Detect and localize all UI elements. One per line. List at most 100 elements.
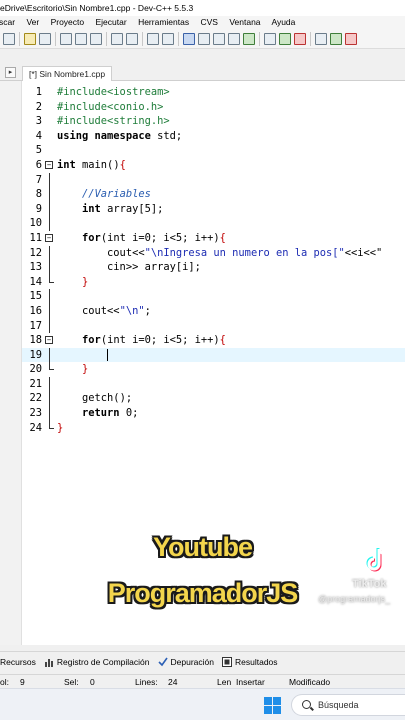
rebuild-icon[interactable] — [228, 32, 240, 45]
code-line-14[interactable]: 14 } — [22, 274, 405, 290]
fold-guide — [49, 391, 50, 407]
tab-resultados-label: Resultados — [235, 656, 278, 667]
code-line-12[interactable]: 12 cout<<"\nIngresa un numero en la pos[… — [22, 245, 405, 261]
debug-icon[interactable] — [294, 32, 306, 45]
save-icon[interactable] — [3, 32, 15, 45]
new-class-icon[interactable] — [315, 32, 327, 45]
status-len-label: Len — [217, 677, 232, 687]
status-sel-label: Sel: — [64, 677, 79, 687]
bar-chart-icon — [44, 658, 53, 667]
code-line-3[interactable]: 3 #include<string.h> — [22, 114, 405, 129]
code-line-8[interactable]: 8 //Variables — [22, 187, 405, 202]
code-text: <<i<<" — [344, 246, 383, 259]
code-text: getch(); — [82, 392, 133, 405]
checkmark-icon — [157, 657, 168, 666]
find-next-icon[interactable] — [90, 32, 102, 45]
fold-guide — [49, 245, 50, 261]
fold-collapse-icon[interactable]: − — [45, 336, 53, 345]
code-line-20[interactable]: 20 } — [22, 362, 405, 377]
code-line-23[interactable]: 23 return 0; — [22, 406, 405, 421]
code-line-19-active[interactable]: 19 — [22, 347, 405, 363]
tab-registro-compilacion[interactable]: Registro de Compilación — [44, 657, 150, 667]
windows-start-icon[interactable] — [264, 697, 281, 714]
tab-bar: ▸ [*] Sin Nombre1.cpp — [0, 65, 405, 81]
code-line-4[interactable]: 4 using namespace std; — [22, 129, 405, 144]
run-icon[interactable] — [198, 32, 210, 45]
code-line-5[interactable]: 5 — [22, 143, 405, 158]
code-line-1[interactable]: 1 #include<iostream> — [22, 85, 405, 100]
find-icon[interactable] — [60, 32, 72, 45]
line-number: 1 — [35, 86, 42, 98]
undo-icon[interactable] — [24, 32, 36, 45]
status-col-value: 9 — [20, 677, 25, 687]
chart-icon[interactable] — [279, 32, 291, 45]
code-line-9[interactable]: 9 int array[5]; — [22, 201, 405, 217]
tab-depuracion-label: Depuración — [170, 656, 214, 667]
compile-run-icon[interactable] — [213, 32, 225, 45]
menu-item-herramientas[interactable]: Herramientas — [138, 17, 189, 27]
line-number: 20 — [29, 363, 42, 376]
menu-item-ver[interactable]: Ver — [26, 17, 39, 27]
overlay-youtube: Youtube — [153, 532, 253, 562]
line-number: 9 — [35, 202, 42, 215]
fold-collapse-icon[interactable]: − — [45, 160, 53, 169]
code-line-21[interactable]: 21 — [22, 376, 405, 392]
close-icon[interactable] — [264, 32, 276, 45]
taskbar-search[interactable]: Búsqueda — [291, 694, 405, 716]
tiktok-brand: TikTok — [352, 578, 387, 590]
menu-item-ejecutar[interactable]: Ejecutar — [96, 17, 127, 27]
code-text: ; — [144, 304, 151, 317]
tab-sin-nombre1[interactable]: [*] Sin Nombre1.cpp — [22, 66, 113, 81]
code-line-17[interactable]: 17 — [22, 318, 405, 334]
menu-item-buscar[interactable]: scar — [0, 17, 15, 27]
toolbar-separator — [106, 31, 107, 46]
code-line-22[interactable]: 22 getch(); — [22, 391, 405, 407]
code-brace: { — [219, 334, 226, 347]
tab-depuracion[interactable]: Depuración — [157, 656, 214, 667]
code-brace: { — [119, 158, 126, 171]
code-line-7[interactable]: 7 — [22, 172, 405, 188]
tiktok-logo-icon — [366, 548, 387, 572]
code-line-6[interactable]: 6− int main(){ — [22, 158, 405, 173]
tab-recursos[interactable]: Recursos — [0, 657, 36, 667]
menu-item-ventana[interactable]: Ventana — [229, 17, 260, 27]
code-line-11[interactable]: 11− for(int i=0; i<5; i++){ — [22, 231, 405, 246]
menu-item-cvs[interactable]: CVS — [200, 17, 217, 27]
fold-end-marker — [49, 274, 54, 283]
code-text: 0; — [119, 407, 139, 420]
menu-item-proyecto[interactable]: Proyecto — [51, 17, 85, 27]
line-number: 12 — [29, 246, 42, 259]
code-line-10[interactable]: 10 — [22, 216, 405, 231]
code-line-15[interactable]: 15 — [22, 289, 405, 304]
bookmark-icon[interactable] — [126, 32, 138, 45]
code-string: "\n" — [119, 304, 145, 317]
compile-icon[interactable] — [183, 32, 195, 45]
check-icon[interactable] — [243, 32, 255, 45]
fold-collapse-icon[interactable]: − — [45, 233, 53, 242]
code-line-18[interactable]: 18− for(int i=0; i<5; i++){ — [22, 333, 405, 348]
menu-bar: scar Ver Proyecto Ejecutar Herramientas … — [0, 16, 405, 29]
code-keyword: int — [57, 158, 76, 171]
taskbar-search-placeholder: Búsqueda — [318, 700, 359, 710]
fold-guide — [49, 289, 50, 304]
code-line-2[interactable]: 2 #include<conio.h> — [22, 100, 405, 115]
replace-icon[interactable] — [75, 32, 87, 45]
goto-line-icon[interactable] — [111, 32, 123, 45]
line-number: 16 — [29, 304, 42, 317]
code-line-24[interactable]: 24} — [22, 420, 405, 436]
line-number: 8 — [35, 188, 42, 201]
export-icon[interactable] — [345, 32, 357, 45]
code-line-16[interactable]: 16 cout<<"\n"; — [22, 303, 405, 319]
tab-resultados[interactable]: Resultados — [222, 656, 278, 667]
indent-icon[interactable] — [147, 32, 159, 45]
toolbar-separator — [19, 31, 20, 46]
tab-scroll-arrow[interactable]: ▸ — [5, 67, 16, 78]
unindent-icon[interactable] — [162, 32, 174, 45]
status-sel-value: 0 — [90, 677, 95, 687]
menu-item-ayuda[interactable]: Ayuda — [271, 17, 295, 27]
line-number: 22 — [29, 392, 42, 405]
code-line-13[interactable]: 13 cin>> array[i]; — [22, 260, 405, 275]
redo-icon[interactable] — [39, 32, 51, 45]
import-icon[interactable] — [330, 32, 342, 45]
code-keyword: for — [82, 231, 101, 244]
